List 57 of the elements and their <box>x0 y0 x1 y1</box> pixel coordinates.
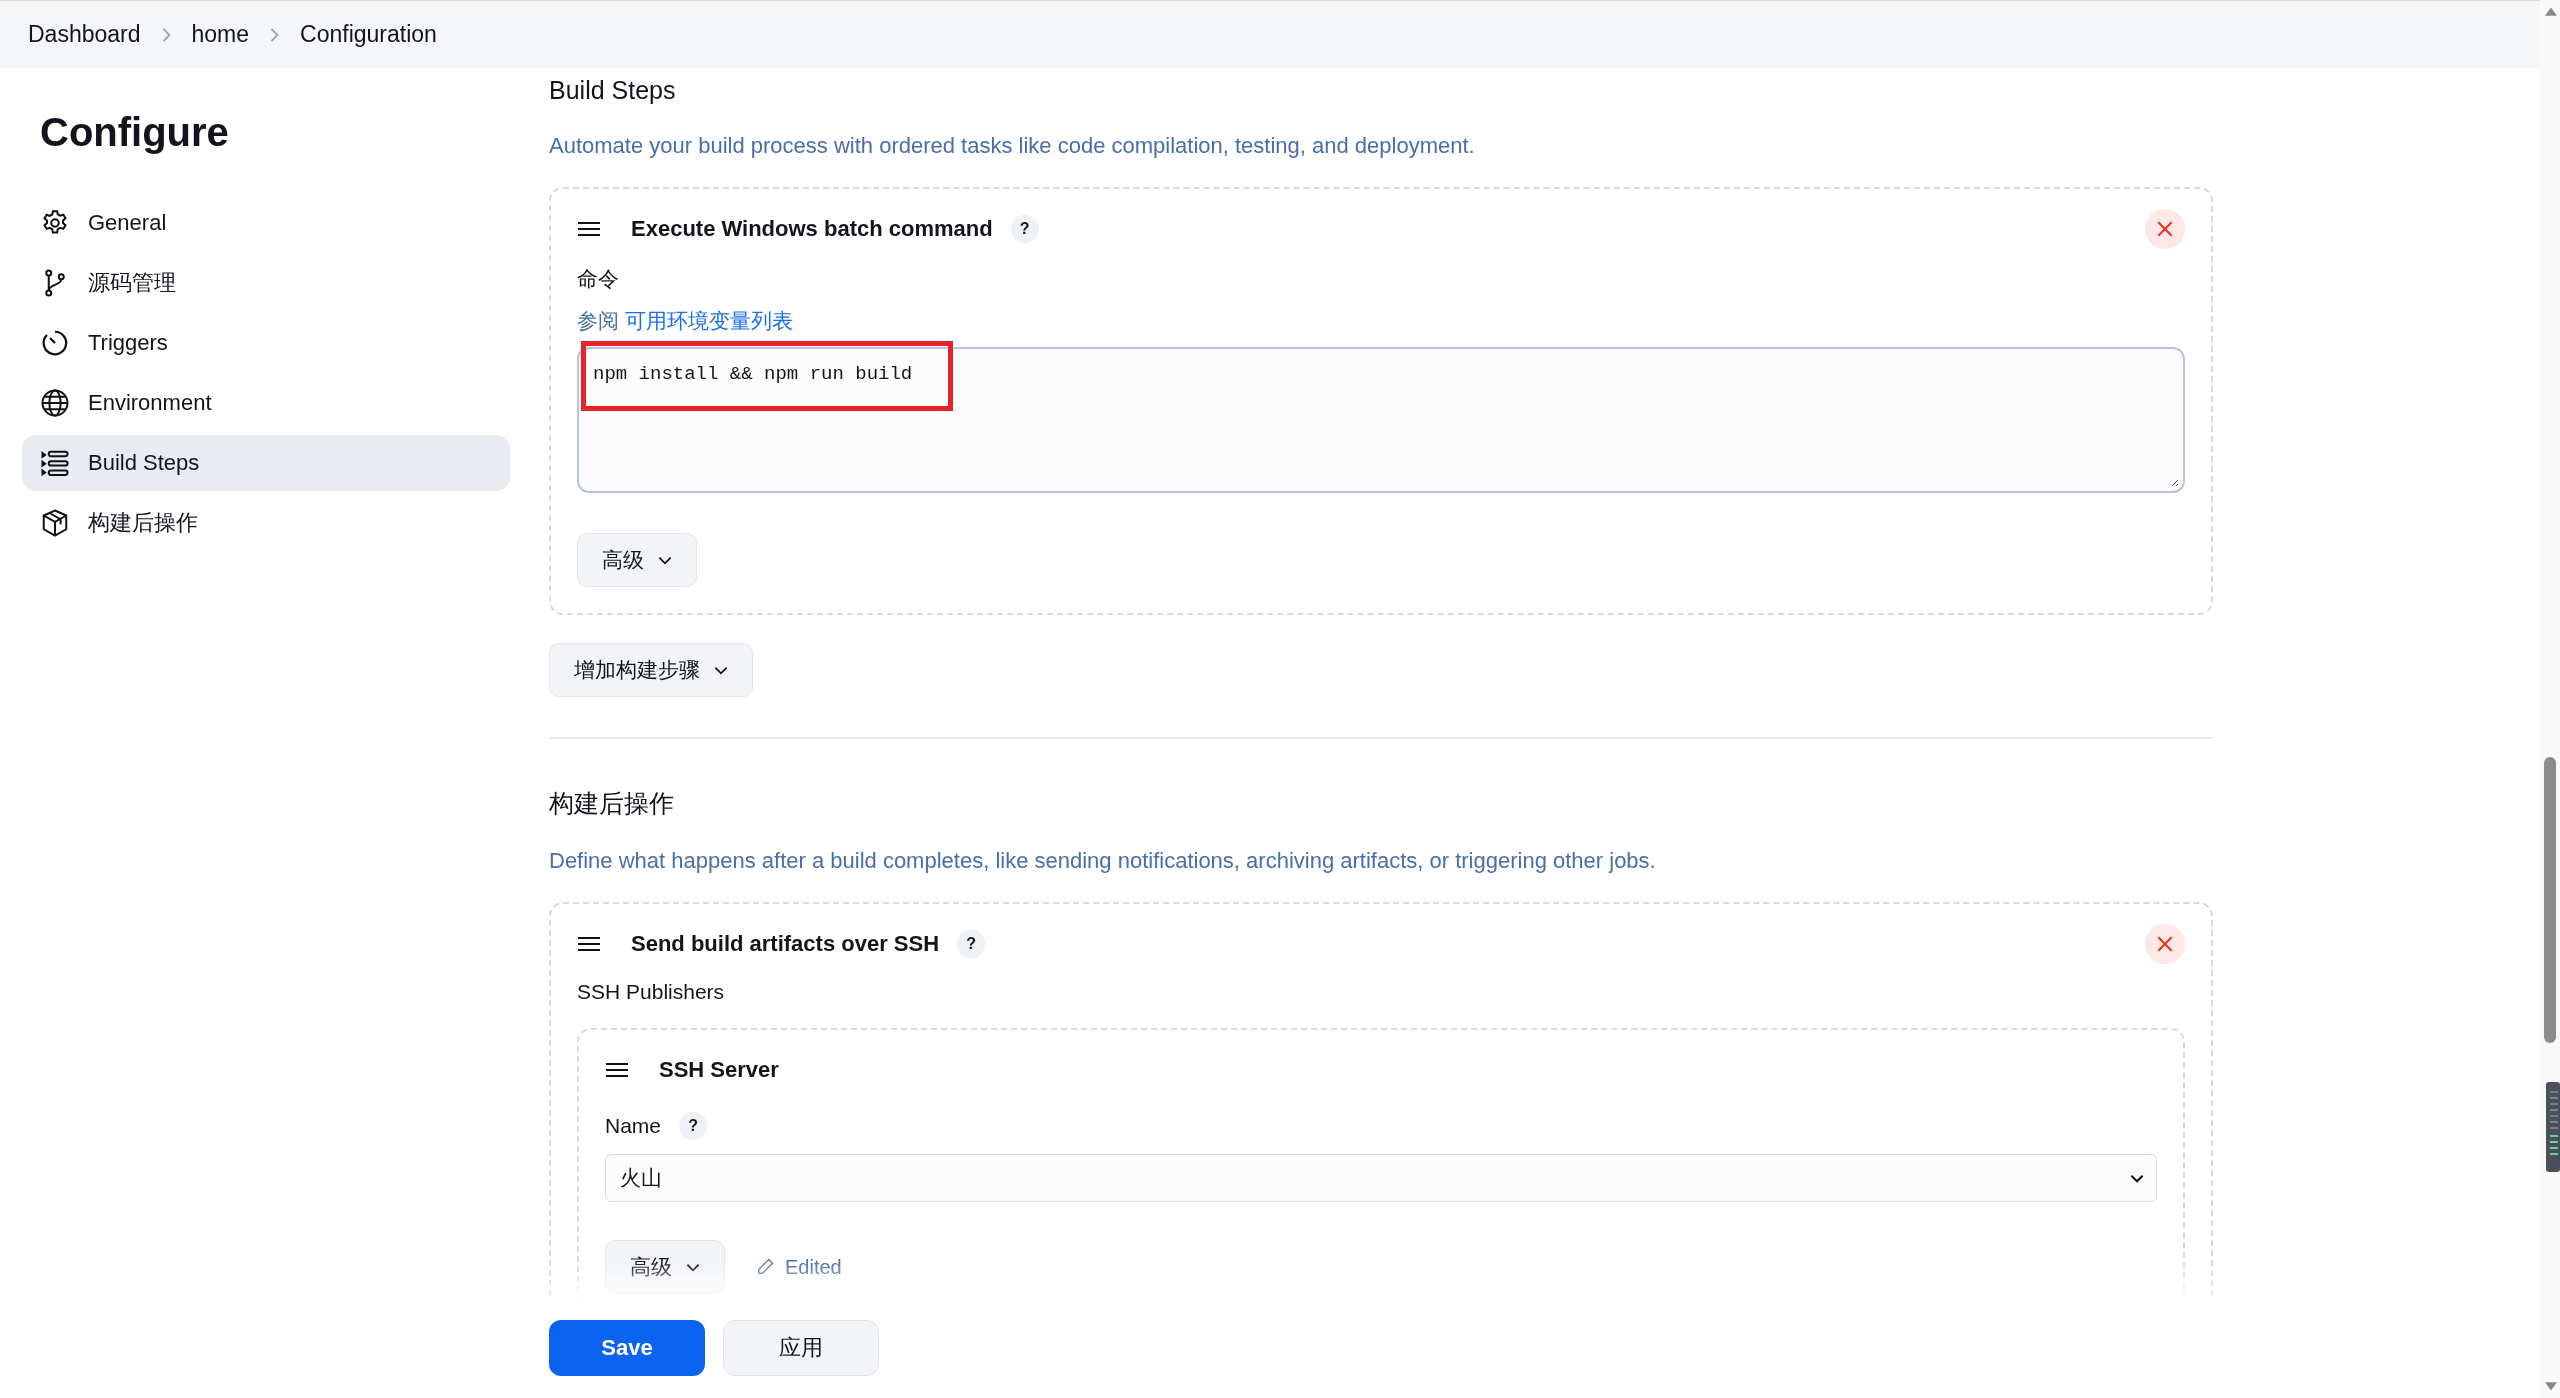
edited-label: Edited <box>785 1255 842 1279</box>
chevron-down-icon <box>658 555 672 565</box>
page-title: Configure <box>40 110 230 155</box>
env-vars-link[interactable]: 可用环境变量列表 <box>624 309 793 332</box>
section-heading: Build Steps <box>549 76 677 105</box>
close-icon <box>2157 221 2173 237</box>
drag-handle-icon[interactable] <box>577 936 601 952</box>
close-button[interactable] <box>2145 209 2185 249</box>
advanced-button[interactable]: 高级 <box>605 1240 725 1294</box>
sidebar-item[interactable]: 构建后操作 <box>22 495 510 551</box>
chevron-down-icon <box>686 1262 700 1272</box>
breadcrumb-link[interactable]: Configuration <box>300 21 437 48</box>
drag-handle-icon[interactable] <box>577 221 601 237</box>
level-meter-icon[interactable] <box>2546 1082 2560 1172</box>
sidebar-item[interactable]: General <box>22 195 510 251</box>
scroll-up-icon[interactable] <box>2545 6 2557 16</box>
chevron-right-icon <box>160 26 172 43</box>
chevron-right-icon <box>269 26 281 43</box>
scrollbar[interactable] <box>2540 0 2560 1398</box>
drag-handle-icon[interactable] <box>605 1062 629 1078</box>
save-button[interactable]: Save <box>549 1320 705 1376</box>
command-field[interactable]: npm install && npm run build <box>577 347 2185 493</box>
section-description: Define what happens after a build completes, like sending notifications, archiving artifacts, or triggering other jobs. <box>549 848 1657 874</box>
field-label: Name <box>605 1114 662 1138</box>
apply-button[interactable]: 应用 <box>723 1320 879 1376</box>
resize-grip-icon[interactable] <box>2169 477 2179 487</box>
help-button[interactable]: ? <box>679 1112 708 1140</box>
section-heading: 构建后操作 <box>549 788 675 819</box>
list-icon <box>40 448 70 478</box>
chevron-down-icon <box>714 665 728 675</box>
sidebar-item[interactable]: Environment <box>22 375 510 431</box>
scroll-down-icon[interactable] <box>2545 1382 2557 1392</box>
timer-icon <box>40 328 70 358</box>
sidebar-item[interactable]: Triggers <box>22 315 510 371</box>
name-select[interactable]: 火山 <box>605 1154 2157 1202</box>
close-icon <box>2157 936 2173 952</box>
close-button[interactable] <box>2145 924 2185 964</box>
chevron-down-icon <box>2130 1173 2144 1183</box>
field-label: SSH Publishers <box>577 980 726 1004</box>
sidebar-item[interactable]: Build Steps <box>22 435 510 491</box>
hint-text: 参阅 <box>577 309 619 332</box>
sidebar-item[interactable]: 源码管理 <box>22 255 510 311</box>
breadcrumb-link[interactable]: Dashboard <box>28 21 141 48</box>
help-button[interactable]: ? <box>957 930 986 958</box>
server-title: SSH Server <box>659 1057 779 1083</box>
pencil-icon <box>755 1257 775 1277</box>
section-description: Automate your build process with ordered tasks like code compilation, testing, and deployment. <box>549 133 1476 159</box>
globe-icon <box>40 388 70 418</box>
advanced-button[interactable]: 高级 <box>577 533 697 587</box>
step-title: Send build artifacts over SSH <box>631 931 940 957</box>
help-button[interactable]: ? <box>1010 215 1039 243</box>
field-label: 命令 <box>577 266 620 292</box>
scrollbar-thumb[interactable] <box>2544 757 2556 1043</box>
step-title: Execute Windows batch command <box>631 216 993 242</box>
add-build-step-button[interactable]: 增加构建步骤 <box>549 643 753 697</box>
package-icon <box>40 508 70 538</box>
breadcrumb-link[interactable]: home <box>191 21 250 48</box>
